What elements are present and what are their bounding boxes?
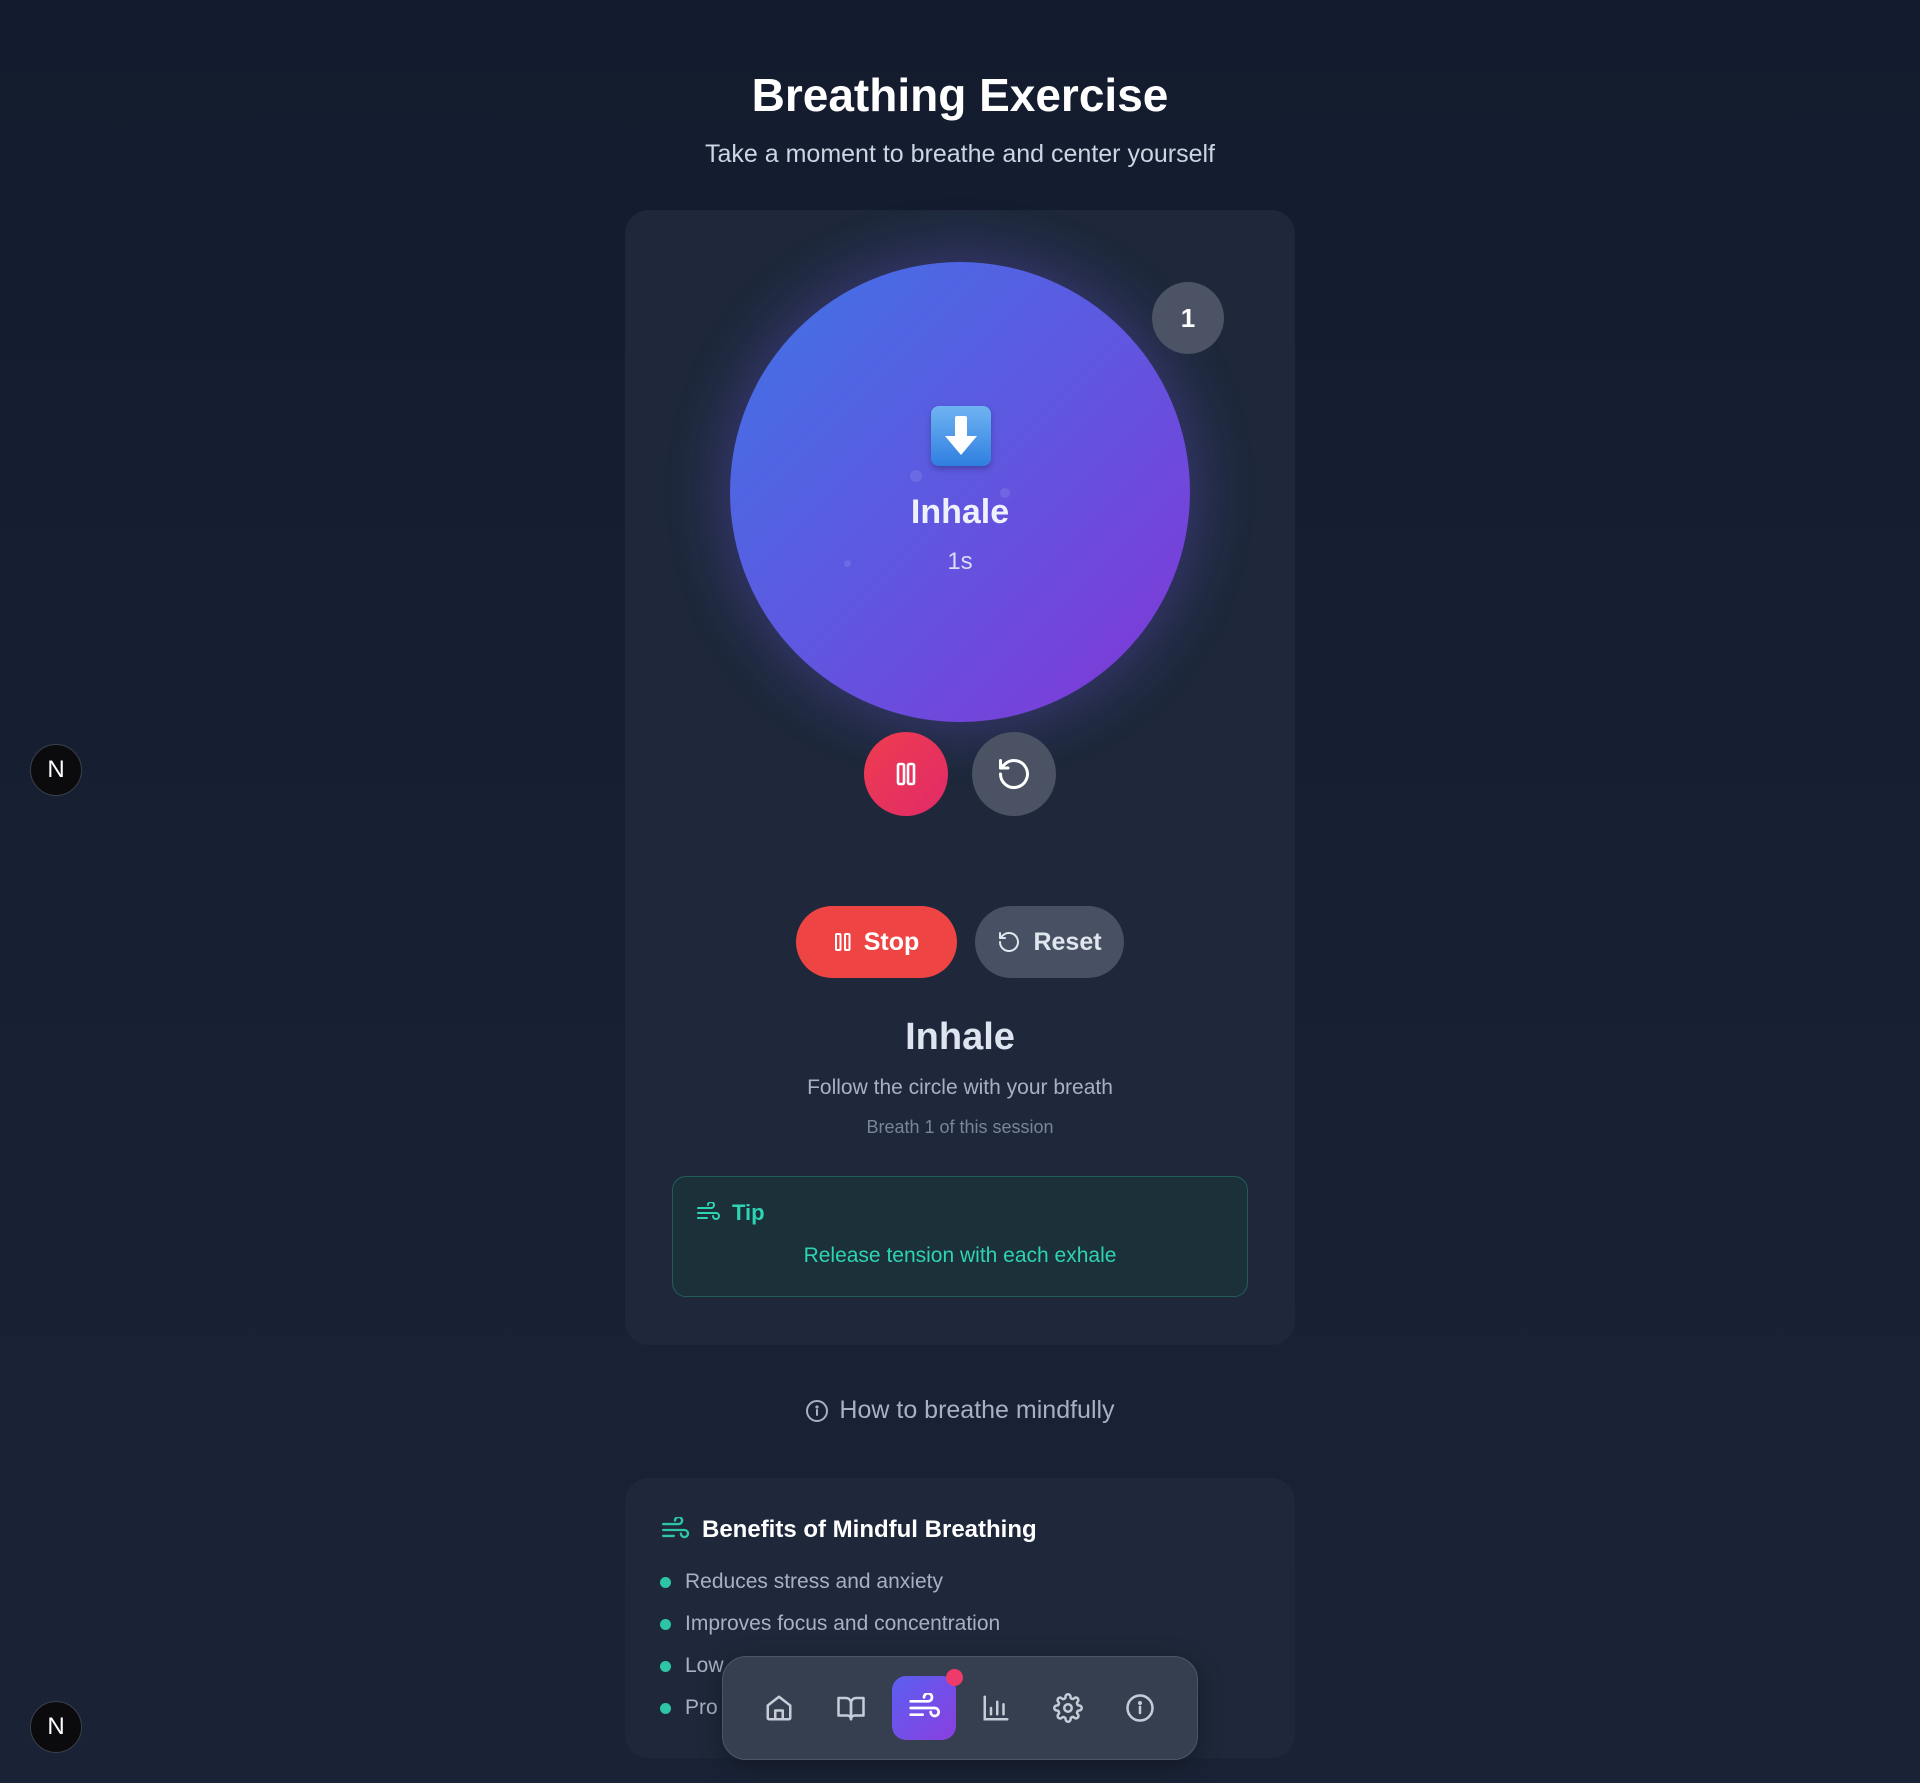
benefits-title-text: Benefits of Mindful Breathing — [702, 1516, 1037, 1543]
bullet — [660, 1618, 671, 1630]
list-item: Reduces stress and anxiety — [660, 1570, 943, 1594]
info-icon — [806, 1399, 829, 1422]
nav-breathe-button[interactable] — [892, 1676, 956, 1740]
nav-library-button[interactable] — [819, 1676, 883, 1740]
wind-icon — [909, 1693, 940, 1718]
pause-icon — [834, 933, 851, 951]
chart-icon — [983, 1695, 1009, 1721]
stop-button[interactable]: Stop — [796, 906, 957, 978]
n-logo-badge[interactable]: N — [30, 1701, 82, 1753]
wind-icon — [697, 1202, 720, 1220]
pause-icon — [896, 762, 916, 786]
list-item: Improves focus and concentration — [660, 1612, 1000, 1636]
reset-button[interactable]: Reset — [975, 906, 1124, 978]
bullet — [660, 1702, 671, 1714]
stop-button-label: Stop — [863, 927, 920, 956]
reset-round-button[interactable] — [972, 732, 1056, 816]
tip-text: Release tension with each exhale — [803, 1244, 1117, 1267]
page-title: Breathing Exercise — [751, 69, 1169, 121]
tip-box — [672, 1176, 1248, 1297]
how-to-breathe-link[interactable]: How to breathe mindfully — [0, 1396, 1920, 1425]
tip-header: Tip — [696, 1200, 765, 1226]
rotate-ccw-icon — [999, 759, 1029, 790]
nav-about-button[interactable] — [1108, 1676, 1172, 1740]
n-logo-badge[interactable]: N — [30, 744, 82, 796]
breath-session-info: Breath 1 of this session — [866, 1117, 1054, 1137]
book-icon — [837, 1696, 865, 1721]
list-item: Pro — [660, 1696, 718, 1720]
gear-icon — [1053, 1693, 1083, 1723]
status-instruction: Follow the circle with your breath — [807, 1076, 1113, 1099]
benefit-text: Improves focus and concentration — [685, 1612, 1001, 1635]
circle-phase-label: Inhale — [910, 493, 1010, 531]
list-item: Low — [660, 1654, 724, 1678]
pause-round-button[interactable] — [864, 732, 948, 816]
bullet — [660, 1576, 671, 1588]
benefit-text: Pro — [685, 1696, 718, 1719]
page-subtitle: Take a moment to breathe and center your… — [704, 140, 1215, 168]
status-phase: Inhale — [905, 1016, 1015, 1058]
benefits-title: Benefits of Mindful Breathing — [660, 1516, 1037, 1544]
down-arrow-icon — [931, 406, 991, 466]
how-to-breathe-label: How to breathe mindfully — [839, 1396, 1115, 1424]
benefit-text: Low — [685, 1654, 724, 1677]
wind-icon — [662, 1517, 690, 1539]
home-icon — [766, 1695, 792, 1721]
breathing-circle[interactable] — [730, 262, 1190, 722]
tip-label: Tip — [732, 1200, 765, 1225]
bullet — [660, 1660, 671, 1672]
notification-dot — [946, 1669, 963, 1686]
benefit-text: Reduces stress and anxiety — [685, 1570, 943, 1593]
circle-timer: 1s — [947, 548, 973, 575]
nav-stats-button[interactable] — [964, 1676, 1028, 1740]
nav-settings-button[interactable] — [1036, 1676, 1100, 1740]
breath-count-badge: 1 — [1152, 282, 1224, 354]
nav-home-button[interactable] — [747, 1676, 811, 1740]
reset-button-label: Reset — [1033, 927, 1102, 956]
rotate-ccw-icon — [999, 932, 1020, 952]
info-icon — [1126, 1694, 1154, 1722]
